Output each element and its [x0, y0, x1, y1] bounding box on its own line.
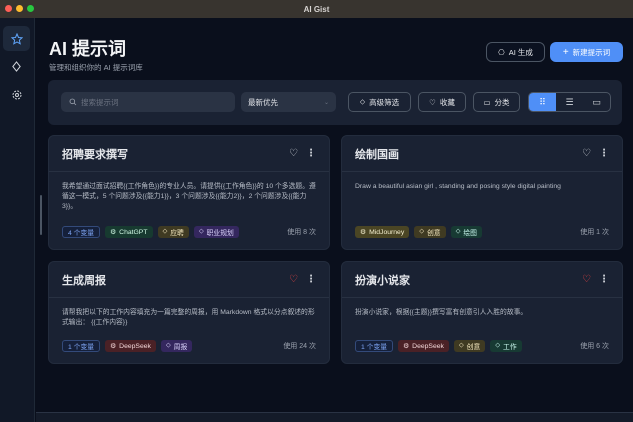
status-bar — [36, 412, 633, 422]
star-icon — [10, 32, 23, 45]
list-icon: ☰ — [565, 96, 574, 107]
tag-icon: ⬦ — [165, 342, 171, 349]
usage-count: 使用 6 次 — [580, 343, 609, 350]
folder-icon: ▭ — [592, 96, 601, 107]
variables-badge[interactable]: 4 个变量 — [62, 226, 101, 238]
new-prompt-button[interactable]: + 新建提示词 — [550, 42, 623, 62]
maximize-button[interactable] — [27, 5, 34, 12]
tag-icon: ⬦ — [495, 342, 501, 349]
robot-icon: ⎔ — [498, 47, 505, 57]
card-description: 我希望通过面试招聘{{工作角色}}的专业人员。请提供{{工作角色}}的 10 个… — [62, 183, 316, 210]
category-button[interactable]: ▭ 分类 — [473, 92, 520, 112]
folder-view-button[interactable]: ▭ — [583, 93, 610, 111]
variables-badge[interactable]: 1 个变量 — [62, 340, 101, 352]
sidebar-item-settings[interactable] — [3, 82, 30, 107]
main-content: AI 提示词 管理和组织你的 AI 提示词库 ⎔ AI 生成 + 新建提示词 搜索提… — [36, 18, 633, 422]
list-view-button[interactable]: ☰ — [556, 93, 583, 111]
title-bar: AI Gist — [0, 0, 633, 18]
page-title: AI 提示词 — [49, 39, 127, 59]
ai-generate-button[interactable]: ⎔ AI 生成 — [486, 42, 545, 62]
variables-badge[interactable]: 1 个变量 — [355, 340, 394, 352]
tag-badge[interactable]: ⬦ 创意 — [414, 226, 446, 238]
tag-icon: ⬦ — [162, 228, 168, 235]
minimize-button[interactable] — [16, 5, 23, 12]
more-icon[interactable]: ⋮ — [599, 274, 609, 285]
sidebar — [0, 18, 35, 422]
diamond-icon — [12, 61, 21, 72]
chevron-down-icon: ⌄ — [323, 99, 329, 106]
model-badge[interactable]: ⚙ ChatGPT — [105, 226, 153, 238]
advanced-filter-button[interactable]: ⬦ 高级筛选 — [348, 92, 411, 112]
model-badge[interactable]: ⚙ DeepSeek — [105, 340, 156, 352]
card-description: Draw a beautiful asian girl , standing a… — [355, 183, 561, 190]
prompt-card[interactable]: 绘制国画 ♡ ⋮ Draw a beautiful asian girl , s… — [341, 135, 623, 250]
window-controls — [5, 5, 34, 12]
tag-badge[interactable]: ⬦ 应聘 — [157, 226, 189, 238]
usage-count: 使用 24 次 — [283, 343, 316, 350]
tag-badge[interactable]: ⬦ 创意 — [453, 340, 486, 352]
card-title: 生成周报 — [62, 274, 106, 287]
search-icon — [69, 98, 77, 106]
tag-badge[interactable]: ⬦ 职业规划 — [193, 226, 239, 238]
sidebar-item-prompts[interactable] — [3, 26, 30, 51]
window-title: AI Gist — [303, 4, 330, 14]
tag-icon: ⬦ — [198, 228, 204, 235]
model-icon: ⚙ — [403, 343, 410, 350]
usage-count: 使用 1 次 — [580, 229, 609, 236]
card-title: 绘制国画 — [355, 148, 399, 161]
page-subtitle: 管理和组织你的 AI 提示词库 — [49, 63, 143, 72]
tag-icon: ⬦ — [359, 97, 366, 106]
model-badge[interactable]: ⚙ DeepSeek — [398, 340, 449, 352]
more-icon[interactable]: ⋮ — [306, 274, 316, 285]
model-icon: ⚙ — [360, 229, 367, 236]
heart-icon[interactable]: ♡ — [289, 148, 298, 159]
heart-icon: ♡ — [429, 97, 436, 107]
model-badge[interactable]: ⚙ MidJourney — [355, 226, 410, 238]
scrollbar[interactable] — [40, 195, 42, 235]
prompt-card[interactable]: 生成周报 ♡ ⋮ 请帮我把以下的工作内容填充为一篇完整的周报，用 Markdow… — [48, 261, 330, 364]
filter-toolbar: 搜索提示词 最新优先 ⌄ ⬦ 高级筛选 ♡ 收藏 ▭ 分类 ⠿ ☰ ▭ — [48, 80, 622, 125]
tag-icon: ⬦ — [419, 228, 424, 235]
card-title: 招聘要求撰写 — [62, 148, 128, 161]
model-icon: ⚙ — [110, 229, 117, 236]
search-input[interactable]: 搜索提示词 — [61, 92, 235, 112]
favorites-button[interactable]: ♡ 收藏 — [418, 92, 466, 112]
tag-badge[interactable]: ⬦ 周报 — [160, 340, 193, 352]
gear-icon — [12, 90, 21, 99]
prompt-card[interactable]: 扮演小说家 ♡ ⋮ 扮演小说家，根据{{主题}}撰写富有创意引人入胜的故事。 1… — [341, 261, 623, 364]
heart-icon[interactable]: ♡ — [582, 148, 591, 159]
folder-icon: ▭ — [483, 97, 491, 107]
heart-icon[interactable]: ♡ — [582, 274, 591, 285]
sidebar-item-models[interactable] — [3, 54, 30, 79]
prompt-card[interactable]: 招聘要求撰写 ♡ ⋮ 我希望通过面试招聘{{工作角色}}的专业人员。请提供{{工… — [48, 135, 330, 250]
usage-count: 使用 8 次 — [287, 229, 316, 236]
more-icon[interactable]: ⋮ — [599, 148, 609, 159]
sort-select[interactable]: 最新优先 ⌄ — [241, 92, 336, 112]
tag-badge[interactable]: ⬦ 绘图 — [450, 226, 482, 238]
more-icon[interactable]: ⋮ — [306, 148, 316, 159]
close-button[interactable] — [5, 5, 12, 12]
plus-icon: + — [562, 46, 569, 58]
grid-view-button[interactable]: ⠿ — [529, 93, 556, 111]
tag-icon: ⬦ — [455, 228, 461, 235]
heart-icon[interactable]: ♡ — [289, 274, 298, 285]
tag-badge[interactable]: ⬦ 工作 — [490, 340, 522, 352]
model-icon: ⚙ — [110, 343, 117, 350]
grid-icon: ⠿ — [539, 96, 546, 107]
tag-icon: ⬦ — [458, 342, 464, 349]
view-toggle: ⠿ ☰ ▭ — [528, 92, 611, 112]
card-title: 扮演小说家 — [355, 274, 410, 287]
